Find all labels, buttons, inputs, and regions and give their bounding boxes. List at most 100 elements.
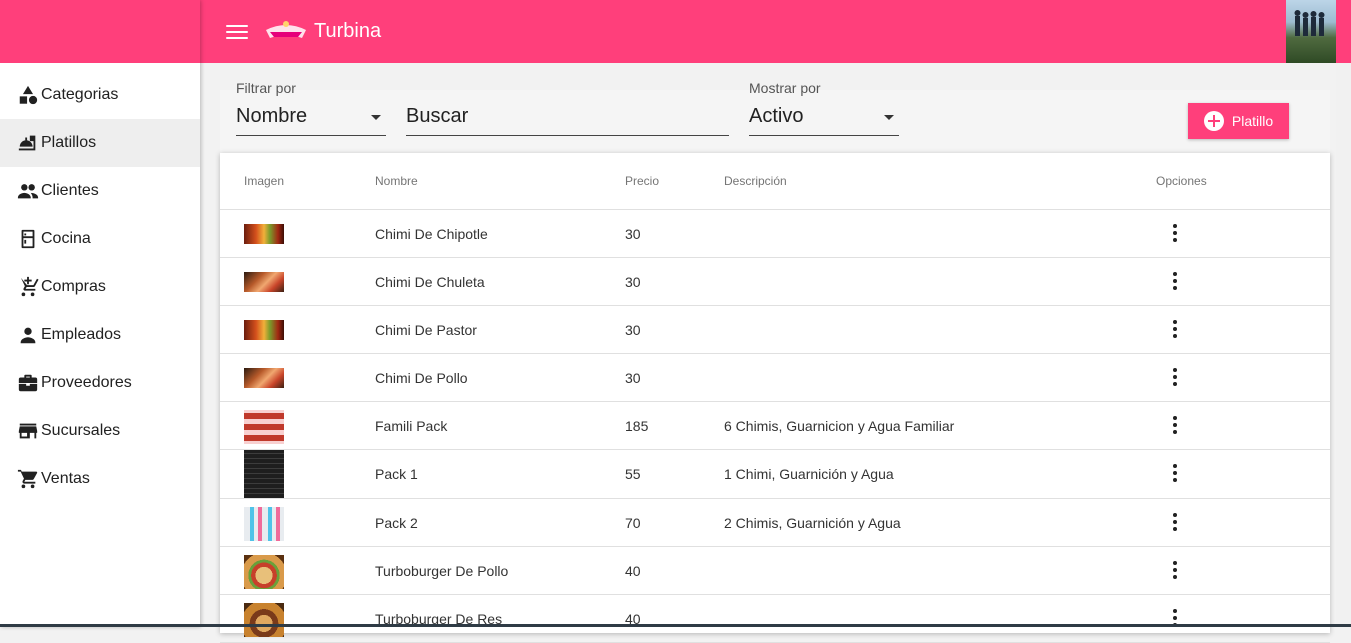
row-price: 30: [625, 370, 641, 386]
sidebar-item-proveedores[interactable]: Proveedores: [0, 359, 200, 407]
add-cart-icon: [17, 276, 39, 298]
sidebar-item-label: Ventas: [41, 470, 90, 488]
sidebar-item-cocina[interactable]: Cocina: [0, 215, 200, 263]
filter-by-value: Nombre: [236, 105, 307, 128]
dish-image: [244, 555, 284, 589]
sidebar-item-label: Sucursales: [41, 422, 120, 440]
row-name: Chimi De Pastor: [375, 322, 477, 338]
more-options-icon[interactable]: [1173, 368, 1177, 386]
more-options-icon[interactable]: [1173, 513, 1177, 531]
sidebar-item-label: Compras: [41, 278, 106, 296]
row-name: Pack 1: [375, 466, 418, 482]
person-icon: [17, 324, 39, 346]
table-row[interactable]: Turboburger De Pollo 40: [220, 547, 1330, 595]
add-circle-icon: [1204, 111, 1224, 131]
dish-image: [244, 603, 284, 637]
table-header: Imagen Nombre Precio Descripción Opcione…: [220, 153, 1330, 210]
filter-by-select[interactable]: Filtrar por Nombre: [236, 90, 386, 136]
dinner-icon: [17, 132, 39, 154]
sidebar: Categorias Platillos Clientes Cocina Com…: [0, 0, 200, 627]
dropdown-arrow-icon: [884, 115, 894, 120]
more-options-icon[interactable]: [1173, 320, 1177, 338]
row-name: Famili Pack: [375, 418, 447, 434]
sidebar-item-categorias[interactable]: Categorias: [0, 71, 200, 119]
avatar[interactable]: [1286, 0, 1336, 63]
table-row[interactable]: Famili Pack 185 6 Chimis, Guarnicion y A…: [220, 402, 1330, 450]
shapes-icon: [17, 84, 39, 106]
dish-image: [244, 320, 284, 340]
header-image: Imagen: [244, 174, 284, 188]
app-bar: Turbina: [200, 0, 1351, 63]
row-description: 2 Chimis, Guarnición y Agua: [724, 515, 901, 531]
dish-image: [244, 507, 284, 541]
dish-image: [244, 450, 284, 498]
row-description: 1 Chimi, Guarnición y Agua: [724, 466, 894, 482]
sidebar-item-compras[interactable]: Compras: [0, 263, 200, 311]
show-by-value: Activo: [749, 105, 803, 128]
row-price: 30: [625, 322, 641, 338]
filter-bar: Filtrar por Nombre Buscar Mostrar por Ac…: [220, 90, 1330, 154]
kitchen-icon: [17, 228, 39, 250]
more-options-icon[interactable]: [1173, 416, 1177, 434]
briefcase-icon: [17, 372, 39, 394]
table-row[interactable]: Pack 2 70 2 Chimis, Guarnición y Agua: [220, 499, 1330, 547]
sidebar-item-platillos[interactable]: Platillos: [0, 119, 200, 167]
sidebar-item-label: Empleados: [41, 326, 121, 344]
turbina-logo: [264, 18, 308, 46]
table-row[interactable]: Chimi De Chuleta 30: [220, 258, 1330, 306]
row-price: 70: [625, 515, 641, 531]
search-input[interactable]: Buscar: [406, 90, 729, 136]
sidebar-item-ventas[interactable]: Ventas: [0, 455, 200, 503]
row-name: Pack 2: [375, 515, 418, 531]
more-options-icon[interactable]: [1173, 224, 1177, 242]
header-options: Opciones: [1156, 174, 1207, 188]
row-price: 40: [625, 563, 641, 579]
table-row[interactable]: Turboburger De Res 40: [220, 595, 1330, 643]
add-platillo-label: Platillo: [1232, 113, 1273, 129]
page-scrollbar[interactable]: [1336, 63, 1351, 627]
filter-by-label: Filtrar por: [236, 80, 296, 96]
header-description: Descripción: [724, 174, 787, 188]
menu-icon[interactable]: [226, 22, 248, 42]
sidebar-item-label: Platillos: [41, 134, 96, 152]
row-name: Chimi De Pollo: [375, 370, 468, 386]
dish-image: [244, 224, 284, 244]
dish-image: [244, 272, 284, 292]
sidebar-item-sucursales[interactable]: Sucursales: [0, 407, 200, 455]
sidebar-item-clientes[interactable]: Clientes: [0, 167, 200, 215]
row-price: 30: [625, 274, 641, 290]
row-price: 185: [625, 418, 648, 434]
people-icon: [17, 180, 39, 202]
more-options-icon[interactable]: [1173, 561, 1177, 579]
sidebar-item-label: Cocina: [41, 230, 91, 248]
header-name: Nombre: [375, 174, 418, 188]
cart-icon: [17, 468, 39, 490]
sidebar-item-label: Categorias: [41, 86, 118, 104]
sidebar-nav: Categorias Platillos Clientes Cocina Com…: [0, 63, 200, 503]
show-by-select[interactable]: Mostrar por Activo: [749, 90, 899, 136]
row-name: Chimi De Chipotle: [375, 226, 488, 242]
row-name: Chimi De Chuleta: [375, 274, 485, 290]
row-price: 55: [625, 466, 641, 482]
app-title: Turbina: [314, 20, 381, 43]
sidebar-item-label: Proveedores: [41, 374, 132, 392]
sidebar-item-empleados[interactable]: Empleados: [0, 311, 200, 359]
store-icon: [17, 420, 39, 442]
table-row[interactable]: Pack 1 55 1 Chimi, Guarnición y Agua: [220, 450, 1330, 499]
table-row[interactable]: Chimi De Chipotle 30: [220, 210, 1330, 258]
row-name: Turboburger De Pollo: [375, 563, 508, 579]
header-price: Precio: [625, 174, 659, 188]
table-row[interactable]: Chimi De Pastor 30: [220, 306, 1330, 354]
table-row[interactable]: Chimi De Pollo 30: [220, 354, 1330, 402]
sidebar-header: [0, 0, 200, 63]
platillos-table: Imagen Nombre Precio Descripción Opcione…: [220, 153, 1330, 633]
search-placeholder: Buscar: [406, 105, 468, 128]
row-price: 30: [625, 226, 641, 242]
more-options-icon[interactable]: [1173, 464, 1177, 482]
sidebar-item-label: Clientes: [41, 182, 99, 200]
row-description: 6 Chimis, Guarnicion y Agua Familiar: [724, 418, 954, 434]
more-options-icon[interactable]: [1173, 272, 1177, 290]
dropdown-arrow-icon: [371, 115, 381, 120]
show-by-label: Mostrar por: [749, 80, 821, 96]
add-platillo-button[interactable]: Platillo: [1188, 103, 1289, 139]
